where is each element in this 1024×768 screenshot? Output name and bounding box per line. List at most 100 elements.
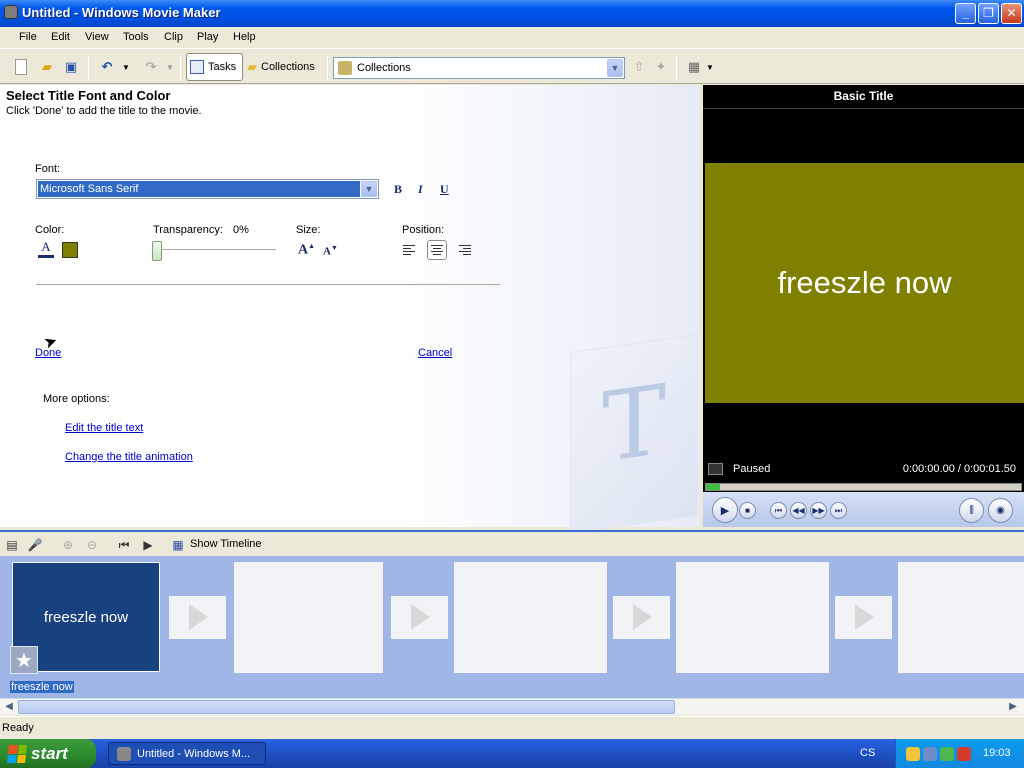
stop-icon[interactable]: ■ — [739, 502, 756, 519]
align-left-icon[interactable] — [403, 240, 423, 260]
redo-icon: ↷ — [145, 59, 157, 74]
scrollbar-thumb[interactable] — [18, 700, 675, 714]
tasks-button[interactable]: Tasks — [186, 53, 243, 81]
tasks-icon — [190, 60, 204, 74]
menu-view[interactable]: View — [85, 31, 109, 43]
collections-select-value: Collections — [357, 62, 411, 74]
preview-monitor: Basic Title freeszle now Paused 0:00:00.… — [703, 85, 1024, 527]
italic-button[interactable]: I — [418, 182, 423, 197]
menu-edit[interactable]: Edit — [51, 31, 70, 43]
storyboard-scrollbar[interactable]: ◀ ▶ — [0, 698, 1024, 715]
playback-controls: ▶ ■ ⏮ ◀◀ ▶▶ ⏭ ⫼ ◉ — [703, 492, 1024, 527]
seek-bar[interactable] — [705, 483, 1022, 491]
decrease-size-icon[interactable]: A▼ — [323, 244, 338, 258]
monitor-status-icon — [708, 463, 723, 475]
change-title-animation-link[interactable]: Change the title animation — [65, 451, 193, 463]
zoom-in-icon: ⊕ — [62, 538, 74, 552]
font-dropdown[interactable]: Microsoft Sans Serif ▼ — [36, 179, 379, 199]
undo-icon[interactable]: ↶ — [99, 59, 115, 75]
align-right-icon[interactable] — [451, 240, 471, 260]
transition-slot[interactable] — [391, 596, 448, 639]
clip-slot[interactable] — [898, 562, 1024, 673]
increase-size-icon[interactable]: A▲ — [298, 242, 315, 259]
scroll-right-icon[interactable]: ▶ — [1005, 700, 1021, 714]
tray-audio-icon[interactable] — [923, 746, 937, 761]
scroll-left-icon[interactable]: ◀ — [1, 700, 17, 714]
movie-maker-app-icon[interactable] — [4, 5, 18, 19]
transition-slot[interactable] — [169, 596, 226, 639]
storyboard-options-icon[interactable]: ▤ — [4, 537, 20, 553]
minimize-button[interactable]: _ — [955, 3, 976, 24]
playback-time: 0:00:00.00 / 0:00:01.50 — [902, 463, 1016, 475]
tray-network-icon[interactable] — [906, 746, 920, 761]
menu-help[interactable]: Help — [233, 31, 256, 43]
new-project-icon[interactable] — [15, 59, 27, 75]
rewind-icon[interactable]: ◀◀ — [790, 502, 807, 519]
tasks-label: Tasks — [208, 61, 237, 73]
folder-icon: ▰ — [247, 59, 257, 74]
redo-dropdown-icon: ▼ — [166, 62, 174, 72]
start-button[interactable]: start — [0, 739, 96, 768]
size-label: Size: — [296, 224, 321, 236]
playback-status: Paused — [733, 463, 771, 475]
narrate-timeline-icon[interactable]: 🎤 — [27, 537, 43, 553]
edit-title-text-link[interactable]: Edit the title text — [65, 422, 143, 434]
forward-icon[interactable]: ▶▶ — [810, 502, 827, 519]
chevron-down-icon[interactable]: ▼ — [607, 59, 623, 77]
menu-play[interactable]: Play — [197, 31, 218, 43]
menu-clip[interactable]: Clip — [164, 31, 183, 43]
cancel-link[interactable]: Cancel — [418, 347, 452, 359]
timeline-icon[interactable]: ▦ — [170, 537, 186, 553]
color-label: Color: — [35, 224, 65, 236]
align-center-icon[interactable] — [427, 240, 447, 260]
language-indicator[interactable]: CS — [860, 747, 875, 759]
clip-slot[interactable] — [676, 562, 829, 673]
rewind-storyboard-icon[interactable]: ⏮ — [116, 537, 132, 553]
menu-tools[interactable]: Tools — [123, 31, 149, 43]
collections-dropdown[interactable]: Collections ▼ — [333, 57, 625, 79]
underline-button[interactable]: U — [440, 182, 449, 197]
menu-file[interactable]: File — [19, 31, 37, 43]
undo-dropdown-icon[interactable]: ▼ — [118, 59, 134, 75]
color-swatch[interactable] — [62, 242, 78, 258]
collection-up-icon: ⇧ — [633, 59, 645, 74]
next-frame-icon[interactable]: ⏭ — [830, 502, 847, 519]
transparency-slider-track[interactable] — [156, 249, 276, 251]
play-icon[interactable]: ▶ — [712, 497, 738, 523]
play-storyboard-icon[interactable]: ▶ — [140, 537, 156, 553]
tray-update-icon[interactable] — [940, 746, 954, 761]
save-project-icon[interactable]: ▣ — [63, 59, 79, 75]
transition-slot[interactable] — [613, 596, 670, 639]
clip-label[interactable]: freeszle now — [10, 681, 74, 693]
transparency-slider-thumb[interactable] — [152, 241, 162, 261]
storyboard: freeszle now ★ freeszle now — [0, 556, 1024, 698]
previous-frame-icon[interactable]: ⏮ — [770, 502, 787, 519]
transition-slot[interactable] — [835, 596, 892, 639]
menu-bar: File Edit View Tools Clip Play Help — [0, 27, 1024, 49]
tray-security-icon[interactable] — [957, 746, 971, 761]
chevron-down-icon[interactable]: ▼ — [361, 181, 377, 197]
split-clip-icon[interactable]: ⫼ — [959, 498, 984, 523]
font-label: Font: — [35, 163, 61, 175]
clip-slot[interactable] — [454, 562, 607, 673]
clip-slot[interactable] — [234, 562, 383, 673]
bold-button[interactable]: B — [394, 182, 402, 197]
text-color-icon[interactable]: A — [38, 240, 54, 258]
font-value: Microsoft Sans Serif — [38, 181, 360, 197]
open-project-icon[interactable]: ▰ — [39, 59, 55, 75]
clock: 19:03 — [983, 747, 1011, 759]
collections-button[interactable]: ▰ Collections — [247, 53, 322, 81]
close-button[interactable]: ✕ — [1001, 3, 1022, 24]
views-icon[interactable]: ▦ — [686, 59, 702, 75]
preview-frame: freeszle now — [705, 163, 1024, 403]
status-bar: Ready — [0, 716, 1024, 739]
views-dropdown-icon[interactable]: ▼ — [702, 59, 718, 75]
collections-select-icon — [338, 61, 352, 75]
seek-thumb[interactable] — [706, 484, 720, 490]
restore-button[interactable]: ❐ — [978, 3, 999, 24]
task-pane: T Select Title Font and Color Click 'Don… — [0, 85, 700, 534]
taskbar-item-movie-maker[interactable]: Untitled - Windows M... — [108, 742, 266, 765]
collections-label: Collections — [261, 61, 315, 73]
take-picture-icon[interactable]: ◉ — [988, 498, 1013, 523]
show-timeline-button[interactable]: Show Timeline — [190, 538, 262, 550]
